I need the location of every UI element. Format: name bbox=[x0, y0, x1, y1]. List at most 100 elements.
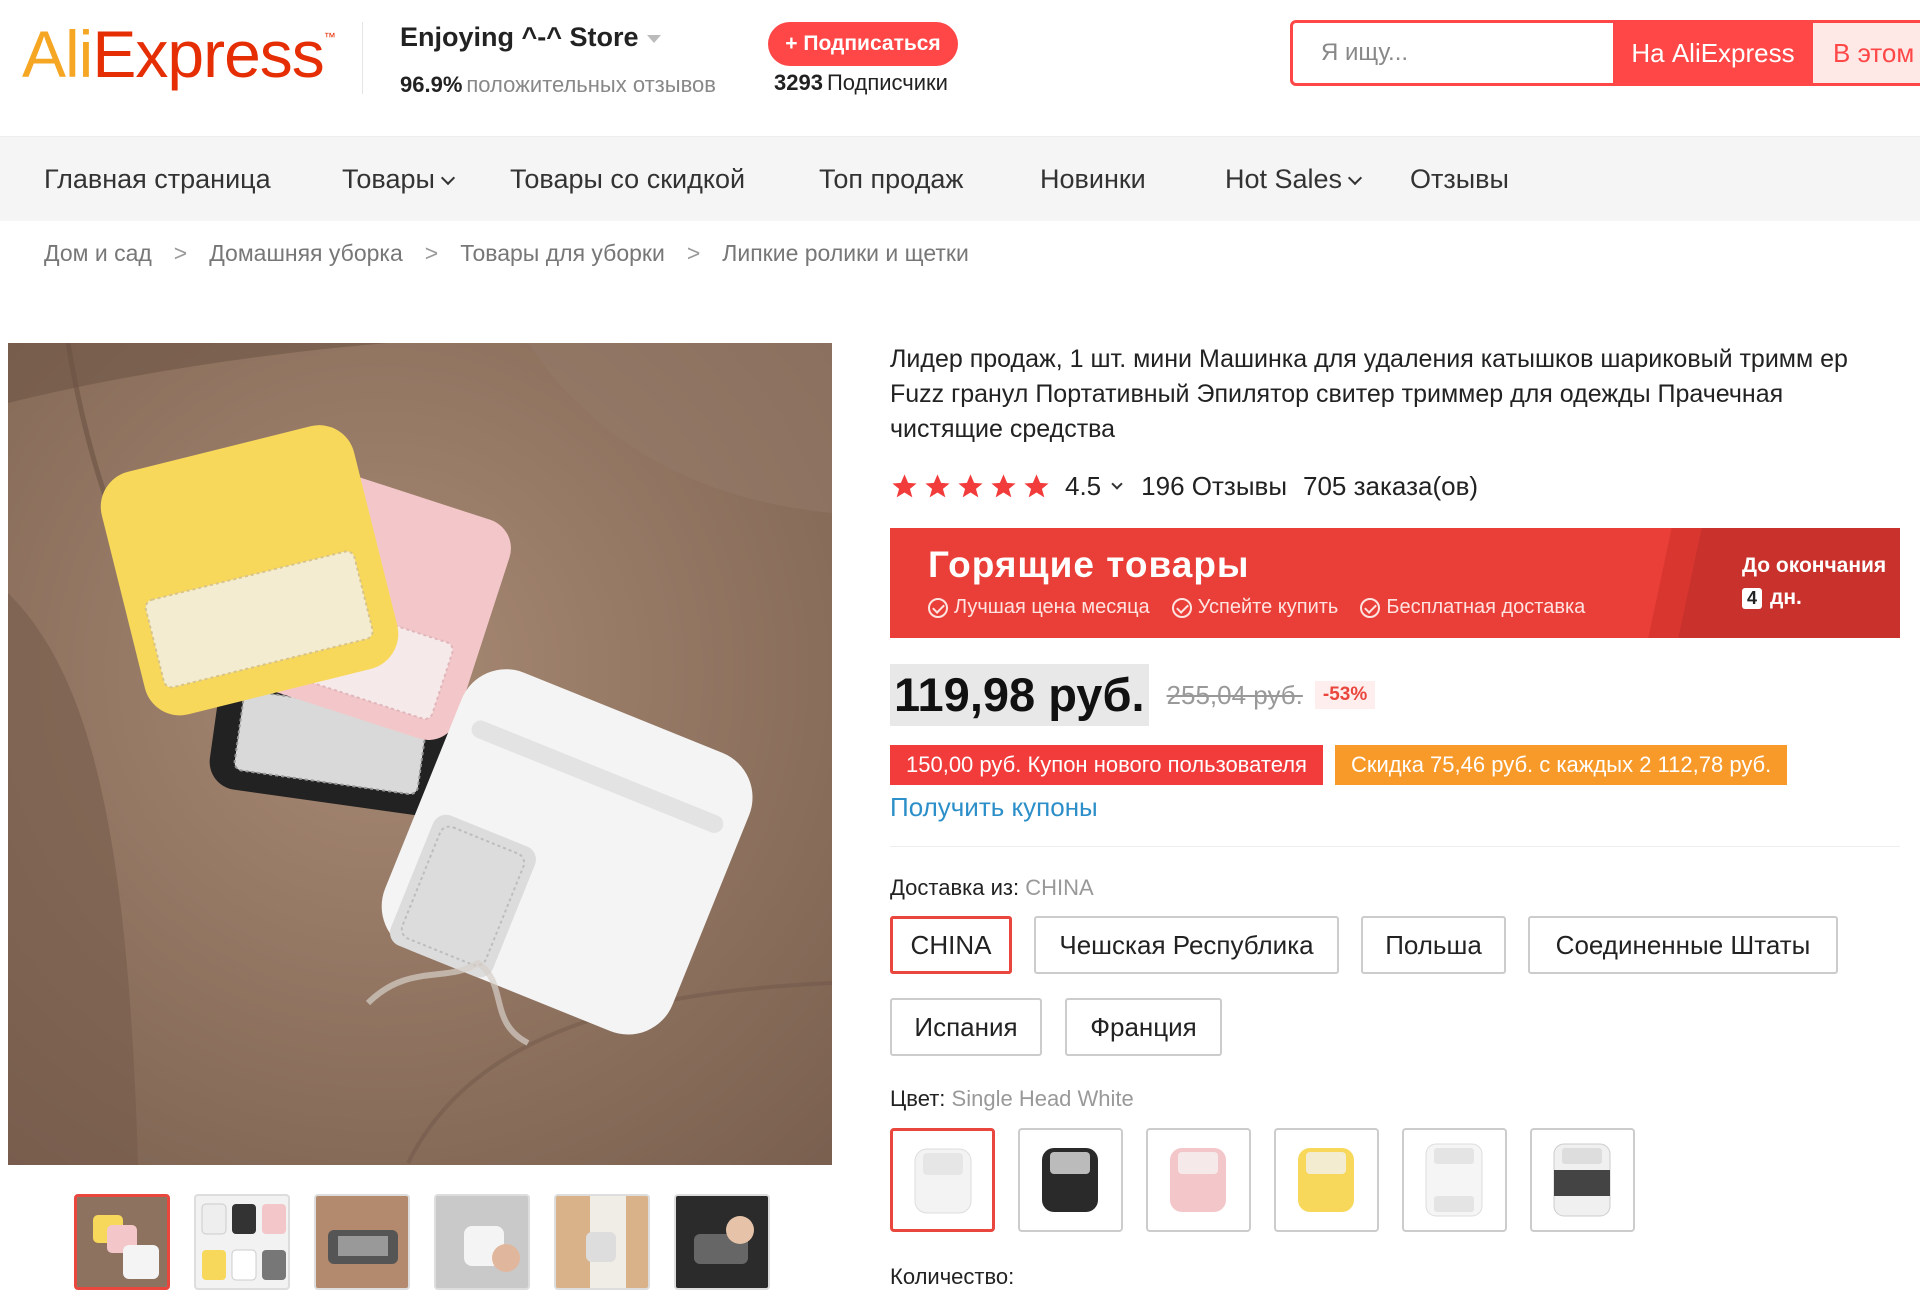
price-row: 119,98 руб. 255,04 руб. -53% bbox=[890, 664, 1376, 726]
nav-item-new[interactable]: Новинки bbox=[1040, 137, 1146, 221]
thumbnail-image bbox=[196, 1196, 288, 1288]
quantity-label: Количество: bbox=[890, 1264, 1015, 1289]
thumbnail-4[interactable] bbox=[434, 1194, 530, 1290]
countdown-days-unit: дн. bbox=[1770, 586, 1802, 609]
logo-ali-text: Ali bbox=[22, 17, 93, 91]
swatch-image bbox=[1298, 1148, 1354, 1212]
coupon-row: 150,00 руб. Купон нового пользователя Ск… bbox=[890, 745, 1788, 785]
color-title: Цвет: bbox=[890, 1086, 946, 1111]
store-name[interactable]: Enjoying ^-^ Store bbox=[400, 22, 661, 53]
header-divider bbox=[362, 22, 363, 94]
store-discount-coupon[interactable]: Скидка 75,46 руб. с каждых 2 112,78 руб. bbox=[1334, 745, 1788, 785]
nav-item-label: Главная страница bbox=[44, 164, 271, 194]
thumbnail-3[interactable] bbox=[314, 1194, 410, 1290]
search-input[interactable] bbox=[1321, 23, 1601, 83]
nav-item-label: Товары со скидкой bbox=[510, 164, 746, 194]
perk-label: Успейте купить bbox=[1197, 596, 1339, 618]
breadcrumb-item[interactable]: Дом и сад bbox=[44, 240, 152, 266]
thumbnail-1[interactable] bbox=[74, 1194, 170, 1290]
positive-label: положительных отзывов bbox=[466, 72, 716, 97]
rating-row: 4.5 196 Отзывы 705 заказа(ов) bbox=[890, 466, 1478, 506]
aliexpress-logo[interactable]: AliExpress™ bbox=[22, 16, 336, 92]
thumbnail-image bbox=[77, 1197, 167, 1287]
nav-item-products[interactable]: Товары bbox=[342, 137, 455, 221]
check-circle-icon bbox=[928, 597, 948, 618]
thumbnail-image bbox=[556, 1196, 648, 1288]
followers-count: 3293 bbox=[774, 70, 823, 95]
subscribe-button[interactable]: + Подписаться bbox=[768, 22, 958, 66]
followers-label: Подписчики bbox=[826, 70, 948, 95]
search-in-store-button[interactable]: В этом bbox=[1813, 23, 1920, 83]
section-divider bbox=[890, 846, 1900, 847]
logo-express-text: Express bbox=[92, 17, 324, 91]
chevron-down-icon bbox=[440, 170, 455, 186]
ship-option-poland[interactable]: Польша bbox=[1361, 916, 1506, 974]
product-photo bbox=[8, 343, 832, 1165]
ship-option-france[interactable]: Франция bbox=[1065, 998, 1222, 1056]
hot-deals-perks: Лучшая цена месяца Успейте купить Беспла… bbox=[928, 596, 1585, 619]
store-name-text: Enjoying ^-^ Store bbox=[400, 22, 639, 52]
nav-item-label: Товары bbox=[342, 164, 435, 194]
thumbnail-image bbox=[316, 1196, 408, 1288]
countdown: До окончания 4 дн. bbox=[1742, 554, 1886, 610]
perk-label: Бесплатная доставка bbox=[1386, 596, 1586, 618]
swatch-image bbox=[1042, 1148, 1098, 1212]
shipping-from-label: Доставка из: CHINA bbox=[890, 875, 1094, 901]
swatch-image bbox=[1170, 1148, 1226, 1212]
color-swatch-grey-double[interactable] bbox=[1530, 1128, 1635, 1232]
color-swatch-pink[interactable] bbox=[1146, 1128, 1251, 1232]
store-nav: Главная страница Товары Товары со скидко… bbox=[0, 137, 1920, 221]
nav-item-label: Отзывы bbox=[1410, 164, 1509, 194]
color-swatch-yellow[interactable] bbox=[1274, 1128, 1379, 1232]
positive-percent: 96.9% bbox=[400, 72, 463, 97]
site-header: AliExpress™ Enjoying ^-^ Store 96.9% поло… bbox=[0, 0, 1920, 137]
nav-item-top-sales[interactable]: Топ продаж bbox=[819, 137, 963, 221]
chevron-down-icon[interactable] bbox=[1111, 478, 1123, 490]
reviews-link[interactable]: 196 Отзывы bbox=[1141, 471, 1287, 502]
ship-option-spain[interactable]: Испания bbox=[890, 998, 1042, 1056]
product-main-image[interactable] bbox=[8, 343, 832, 1165]
breadcrumb-item[interactable]: Товары для уборки bbox=[460, 240, 665, 266]
swatch-image bbox=[1553, 1143, 1611, 1217]
perk-label: Лучшая цена месяца bbox=[954, 596, 1150, 618]
ship-option-czech[interactable]: Чешская Республика bbox=[1034, 916, 1339, 974]
countdown-label: До окончания bbox=[1742, 554, 1887, 577]
thumbnail-image bbox=[436, 1196, 528, 1288]
color-swatch-white[interactable] bbox=[890, 1128, 995, 1232]
color-swatch-black[interactable] bbox=[1018, 1128, 1123, 1232]
breadcrumb-item[interactable]: Липкие ролики и щетки bbox=[722, 240, 969, 266]
search-aliexpress-button[interactable]: На AliExpress bbox=[1613, 23, 1813, 83]
color-label: Цвет: Single Head White bbox=[890, 1086, 1134, 1112]
original-price: 255,04 руб. bbox=[1166, 679, 1303, 710]
nav-item-discounts[interactable]: Товары со скидкой bbox=[510, 137, 745, 221]
discount-badge: -53% bbox=[1314, 681, 1376, 709]
star-icon bbox=[991, 473, 1016, 497]
countdown-days: 4 дн. bbox=[1742, 586, 1886, 610]
check-circle-icon bbox=[1171, 597, 1192, 618]
star-rating bbox=[890, 472, 1051, 501]
chevron-right-icon: > bbox=[173, 240, 188, 266]
star-icon bbox=[892, 473, 917, 497]
get-coupons-link[interactable]: Получить купоны bbox=[890, 792, 1098, 823]
star-icon bbox=[958, 473, 983, 497]
thumbnail-image bbox=[676, 1196, 768, 1288]
chevron-right-icon: > bbox=[686, 240, 701, 266]
ship-option-china[interactable]: CHINA bbox=[890, 916, 1012, 974]
breadcrumb-item[interactable]: Домашняя уборка bbox=[209, 240, 403, 266]
nav-item-home[interactable]: Главная страница bbox=[44, 137, 271, 221]
ship-option-usa[interactable]: Соединенные Штаты bbox=[1528, 916, 1838, 974]
check-circle-icon bbox=[1360, 597, 1381, 618]
nav-item-hot-sales[interactable]: Hot Sales bbox=[1225, 137, 1363, 221]
color-swatch-white-double[interactable] bbox=[1402, 1128, 1507, 1232]
chevron-right-icon: > bbox=[424, 240, 439, 266]
hot-deals-banner: Горящие товары Лучшая цена месяца Успейт… bbox=[890, 528, 1900, 638]
new-user-coupon[interactable]: 150,00 руб. Купон нового пользователя bbox=[890, 745, 1323, 785]
nav-item-reviews[interactable]: Отзывы bbox=[1410, 137, 1509, 221]
thumbnail-6[interactable] bbox=[674, 1194, 770, 1290]
thumbnail-2[interactable] bbox=[194, 1194, 290, 1290]
countdown-days-number: 4 bbox=[1742, 587, 1763, 609]
rating-value[interactable]: 4.5 bbox=[1065, 471, 1101, 502]
chevron-down-icon bbox=[1347, 170, 1363, 186]
thumbnail-5[interactable] bbox=[554, 1194, 650, 1290]
product-title: Лидер продаж, 1 шт. мини Машинка для уда… bbox=[890, 345, 1848, 443]
